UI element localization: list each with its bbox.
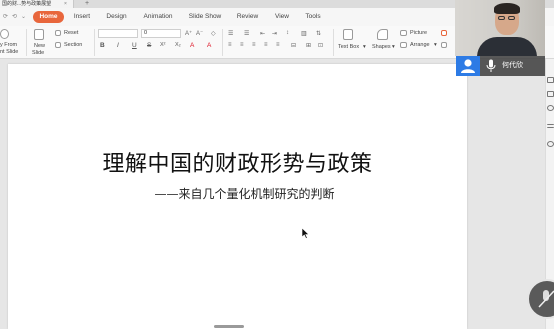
distribute-icon[interactable]: ≡: [276, 42, 280, 48]
new-slide-label-2[interactable]: Slide: [32, 50, 44, 56]
justify-icon[interactable]: ≡: [264, 42, 268, 48]
text-effects-icon[interactable]: ⊡: [318, 42, 323, 49]
participant-name: 何代欣: [502, 62, 523, 69]
shapes-icon[interactable]: [377, 29, 388, 40]
mouse-pointer-icon: [302, 228, 310, 239]
video-person-hair: [494, 3, 520, 14]
shapes-button[interactable]: Shapes: [372, 44, 391, 50]
underline-button[interactable]: U: [132, 42, 137, 49]
bold-button[interactable]: B: [100, 42, 105, 49]
divider: [26, 29, 27, 56]
participant-video[interactable]: [455, 0, 545, 56]
align-text-icon[interactable]: ⊟: [291, 42, 296, 49]
current-slide-label[interactable]: nt Slide: [0, 49, 18, 55]
tab-home[interactable]: Home: [33, 11, 64, 23]
shrink-font-icon[interactable]: A⁻: [196, 30, 203, 37]
smart-art-icon[interactable]: ⊞: [306, 42, 311, 49]
slide-canvas[interactable]: 理解中国的财政形势与政策 ——来自几个量化机制研究的判断: [8, 64, 467, 329]
bullets-icon[interactable]: ☰: [228, 30, 233, 37]
tab-view[interactable]: View: [272, 11, 292, 23]
floating-action-button[interactable]: [527, 279, 554, 319]
subscript-button[interactable]: X₂: [175, 42, 181, 48]
panel-icon[interactable]: [547, 91, 554, 97]
tab-review[interactable]: Review: [235, 11, 260, 23]
section-button[interactable]: Section: [64, 42, 82, 48]
text-box-icon[interactable]: [343, 29, 353, 40]
highlight-color-icon[interactable]: A: [190, 42, 194, 49]
shapes-chevron-icon[interactable]: ▾: [392, 44, 395, 50]
align-center-icon[interactable]: ≡: [240, 42, 244, 48]
reset-icon[interactable]: [55, 30, 61, 36]
align-left-icon[interactable]: ≡: [228, 42, 232, 48]
line-spacing-icon[interactable]: ↕: [286, 30, 289, 36]
slide-subtitle[interactable]: ——来自几个量化机制研究的判断: [8, 185, 467, 202]
video-glasses-left: [498, 16, 505, 20]
text-box-chevron-icon[interactable]: ▾: [363, 44, 366, 50]
superscript-button[interactable]: X²: [160, 42, 166, 48]
font-family-select[interactable]: [98, 29, 138, 38]
play-from-slide-icon[interactable]: [0, 29, 9, 39]
picture-icon[interactable]: [400, 30, 407, 36]
font-size-value: 0: [144, 30, 148, 36]
strikethrough-button[interactable]: S: [147, 42, 151, 49]
participant-avatar[interactable]: [456, 56, 480, 76]
grow-font-icon[interactable]: A⁺: [185, 30, 192, 37]
divider: [94, 29, 95, 56]
new-slide-icon[interactable]: [34, 29, 44, 40]
person-icon: [461, 59, 475, 73]
divider: [333, 29, 334, 56]
history-icon[interactable]: [547, 141, 554, 147]
quick-menu-chevron-icon[interactable]: ⌄: [21, 13, 26, 20]
tab-slide-show[interactable]: Slide Show: [187, 11, 223, 23]
video-person-body: [477, 37, 537, 56]
columns-icon[interactable]: ▥: [301, 30, 307, 37]
decrease-indent-icon[interactable]: ⇤: [260, 30, 265, 37]
document-tab-label: 国的财...势与政策展望: [2, 1, 52, 7]
new-slide-label[interactable]: New: [34, 43, 45, 49]
reset-button[interactable]: Reset: [64, 30, 78, 36]
play-from-label[interactable]: y From: [0, 42, 17, 48]
panel-icon[interactable]: [547, 105, 554, 111]
align-right-icon[interactable]: ≡: [252, 42, 256, 48]
close-tab-icon[interactable]: ×: [64, 0, 67, 8]
microphone-icon[interactable]: [486, 59, 496, 73]
divider: [222, 29, 223, 56]
picture-button[interactable]: Picture: [410, 30, 427, 36]
italic-button[interactable]: I: [117, 42, 119, 49]
font-color-icon[interactable]: A: [207, 42, 211, 49]
arrange-chevron-icon[interactable]: ▾: [434, 42, 437, 48]
text-direction-icon[interactable]: ⇅: [316, 30, 321, 37]
settings-sliders-icon[interactable]: [547, 124, 554, 128]
numbering-icon[interactable]: ☰: [244, 30, 249, 37]
clear-format-icon[interactable]: ◇: [211, 30, 216, 37]
video-glasses-right: [508, 16, 515, 20]
document-tab[interactable]: 国的财...势与政策展望: [0, 0, 74, 8]
panel-icon[interactable]: [547, 77, 554, 83]
shape-fill-icon[interactable]: [441, 30, 447, 36]
increase-indent-icon[interactable]: ⇥: [272, 30, 277, 37]
slide-title[interactable]: 理解中国的财政形势与政策: [8, 146, 467, 178]
undo-icon[interactable]: ⟲: [12, 13, 17, 20]
font-size-select[interactable]: 0: [141, 29, 181, 38]
text-box-button[interactable]: Text Box: [338, 44, 359, 50]
tab-animation[interactable]: Animation: [140, 11, 176, 23]
muted-microphone-icon: [538, 290, 554, 308]
tab-tools[interactable]: Tools: [302, 11, 324, 23]
arrange-icon[interactable]: [400, 42, 407, 48]
tab-design[interactable]: Design: [103, 11, 130, 23]
new-tab-icon[interactable]: +: [85, 0, 89, 8]
tab-insert[interactable]: Insert: [70, 11, 94, 23]
presentation-app: 国的财...势与政策展望 × + ⟳ ⟲ ⌄ Home Insert Desig…: [0, 0, 554, 329]
arrange-button[interactable]: Arrange: [410, 42, 430, 48]
section-icon[interactable]: [55, 42, 61, 48]
scroll-indicator[interactable]: [214, 325, 244, 328]
redo-icon[interactable]: ⟳: [3, 13, 8, 20]
shape-outline-icon[interactable]: [441, 42, 447, 48]
